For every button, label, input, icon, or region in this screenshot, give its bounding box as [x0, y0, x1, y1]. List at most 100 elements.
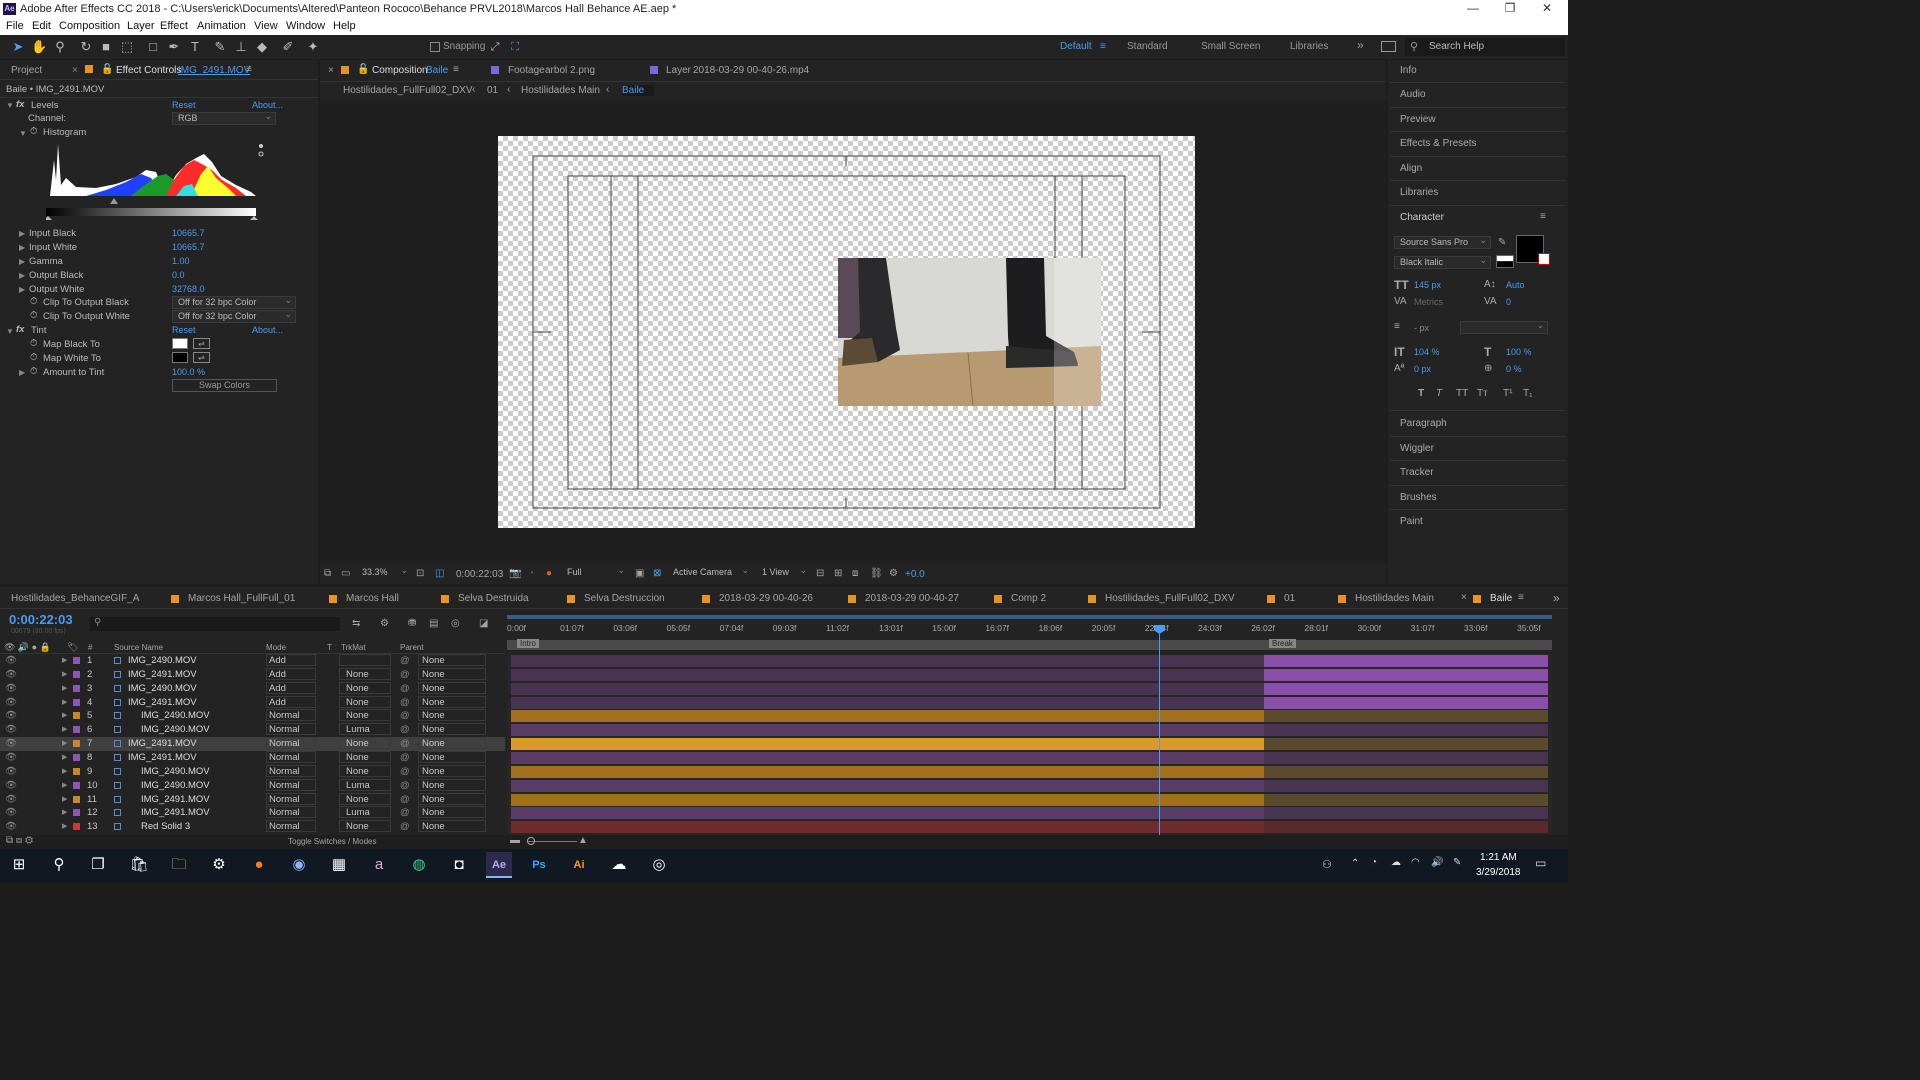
timeline-tab[interactable]: Selva Destruccion: [584, 593, 665, 604]
dropdown-frame[interactable]: [339, 750, 391, 763]
layer-label-color[interactable]: [73, 670, 80, 678]
parent-pickwhip-icon[interactable]: @: [400, 655, 410, 666]
layer-duration-bar[interactable]: [511, 765, 1264, 778]
parent-pickwhip-icon[interactable]: @: [400, 669, 410, 680]
dropdown-frame[interactable]: [339, 737, 391, 750]
panel-menu-icon[interactable]: ≡: [246, 64, 252, 75]
workspace-standard[interactable]: Standard: [1127, 41, 1168, 52]
eye-icon[interactable]: 👁: [5, 655, 17, 666]
layer-name[interactable]: IMG_2490.MOV: [141, 780, 210, 791]
channel-dropdown[interactable]: RGB: [172, 111, 276, 125]
layer-label-color[interactable]: [73, 795, 80, 803]
parent-pickwhip-icon[interactable]: @: [400, 821, 410, 832]
layer-row[interactable]: 👁 ▶ 3 IMG_2490.MOV Add None None @: [0, 681, 505, 696]
input-black-expand-icon[interactable]: ▶: [19, 229, 25, 238]
layer-label-color[interactable]: [73, 809, 80, 817]
layer-name[interactable]: IMG_2490.MOV: [128, 655, 197, 666]
parent-pickwhip-icon[interactable]: @: [400, 738, 410, 749]
snap-features-icon[interactable]: ⛶: [507, 39, 523, 55]
tab-close-icon[interactable]: ×: [72, 65, 78, 76]
dropdown-frame[interactable]: [266, 709, 316, 722]
layer-name[interactable]: IMG_2490.MOV: [141, 724, 210, 735]
pen-tool-icon[interactable]: ✒: [166, 39, 182, 55]
timeline-tab[interactable]: Marcos Hall_FullFull_01: [188, 593, 295, 604]
baseline-shift-value[interactable]: 0 px: [1414, 364, 1431, 374]
layer-row[interactable]: 👁 ▶ 5 IMG_2490.MOV Normal None None @: [0, 709, 505, 723]
amount-stopwatch-icon[interactable]: ⏱: [30, 366, 37, 377]
file-explorer-icon[interactable]: 🗀: [166, 852, 192, 878]
parent-pickwhip-icon[interactable]: @: [400, 794, 410, 805]
composition-viewer[interactable]: [320, 100, 1386, 564]
photoshop-taskbar-icon[interactable]: Ps: [526, 852, 552, 878]
workspace-default[interactable]: Default: [1060, 41, 1092, 52]
timeline-current-time[interactable]: 0:00:22:03: [9, 612, 73, 627]
layer-row[interactable]: 👁 ▶ 13 Red Solid 3 Normal None None @: [0, 820, 505, 834]
timeline-tab[interactable]: Comp 2: [1011, 593, 1046, 604]
dropdown-frame[interactable]: [266, 792, 316, 805]
frame-blending-icon[interactable]: ▤: [429, 618, 438, 629]
layer-expand-icon[interactable]: ▶: [62, 753, 67, 761]
dropdown-frame[interactable]: [266, 737, 316, 750]
clock-date[interactable]: 3/29/2018: [1476, 867, 1521, 878]
layer-label-color[interactable]: [73, 684, 80, 692]
panel-paragraph[interactable]: Paragraph: [1400, 418, 1447, 429]
layer-row[interactable]: 👁 ▶ 10 IMG_2490.MOV Normal Luma None @: [0, 778, 505, 793]
fit-icon[interactable]: ⊡: [416, 568, 424, 579]
timeline-icon[interactable]: ⧈: [852, 568, 858, 579]
layer-expand-icon[interactable]: ▶: [62, 739, 67, 747]
panel-wiggler[interactable]: Wiggler: [1400, 443, 1434, 454]
fast-previews-icon[interactable]: ⊞: [834, 568, 842, 579]
layer-expand-icon[interactable]: ▶: [62, 711, 67, 719]
dropdown-frame[interactable]: [266, 778, 316, 791]
browser-icon[interactable]: ◉: [286, 852, 312, 878]
layer-name[interactable]: Red Solid 3: [141, 821, 190, 832]
layer-duration-bar[interactable]: [511, 668, 1264, 681]
zoom-in-icon[interactable]: ▲: [578, 835, 588, 846]
layer-duration-bar[interactable]: [1264, 738, 1548, 751]
layer-duration-bar[interactable]: [511, 710, 1264, 723]
parent-pickwhip-icon[interactable]: @: [400, 766, 410, 777]
snap-options-icon[interactable]: ⤢: [487, 39, 503, 55]
map-white-swatch[interactable]: [172, 352, 188, 363]
calculator-icon[interactable]: ▦: [326, 852, 352, 878]
tracking-value[interactable]: 0: [1506, 297, 1511, 307]
workspace-small-screen[interactable]: Small Screen: [1201, 41, 1260, 52]
layer-duration-bar[interactable]: [511, 821, 1264, 834]
parent-pickwhip-icon[interactable]: @: [400, 780, 410, 791]
gamma-value[interactable]: 1.00: [172, 256, 190, 266]
layer-label-color[interactable]: [73, 823, 80, 831]
layer-name[interactable]: IMG_2490.MOV: [141, 766, 210, 777]
eye-icon[interactable]: 👁: [5, 780, 17, 791]
layer-duration-bar[interactable]: [1264, 793, 1548, 806]
layer-name[interactable]: IMG_2491.MOV: [128, 738, 197, 749]
camera-tool-icon[interactable]: ■: [98, 39, 114, 55]
search-taskbar-icon[interactable]: ⚲: [46, 852, 72, 878]
map-white-stopwatch-icon[interactable]: ⏱: [30, 352, 37, 363]
draft-3d-icon[interactable]: ⚙: [380, 618, 389, 629]
eye-icon[interactable]: 👁: [5, 669, 17, 680]
layer-duration-bar[interactable]: [1264, 724, 1548, 737]
snapshot-icon[interactable]: ⧉: [324, 568, 331, 579]
rectangle-tool-icon[interactable]: □: [145, 39, 161, 55]
menu-composition[interactable]: Composition: [59, 20, 120, 32]
levels-histogram[interactable]: [46, 140, 276, 220]
layer-duration-bar[interactable]: [1264, 682, 1548, 695]
layer-duration-bar[interactable]: [511, 793, 1264, 806]
comp-menu-icon[interactable]: ≡: [453, 64, 459, 75]
tab-project[interactable]: Project: [11, 65, 42, 76]
tab-effect-controls[interactable]: Effect Controls: [116, 65, 181, 76]
search-help-field[interactable]: ⚲ Search Help: [1405, 38, 1565, 56]
clip-white-dropdown[interactable]: Off for 32 bpc Color: [172, 309, 296, 323]
more-tabs-icon[interactable]: »: [1553, 591, 1560, 605]
show-snapshot-icon[interactable]: ◔: [528, 568, 534, 579]
panel-preview[interactable]: Preview: [1400, 114, 1436, 125]
layer-expand-icon[interactable]: ▶: [62, 698, 67, 706]
layer-name[interactable]: IMG_2491.MOV: [128, 752, 197, 763]
layer-name[interactable]: IMG_2491.MOV: [141, 794, 210, 805]
parent-pickwhip-icon[interactable]: @: [400, 683, 410, 694]
timeline-menu-icon[interactable]: ≡: [1518, 592, 1524, 603]
faux-bold-button[interactable]: T: [1418, 388, 1424, 399]
layer-duration-bar[interactable]: [1264, 655, 1548, 667]
reset-exposure-icon[interactable]: ⚙: [889, 568, 898, 579]
workspace-libraries[interactable]: Libraries: [1290, 41, 1328, 52]
